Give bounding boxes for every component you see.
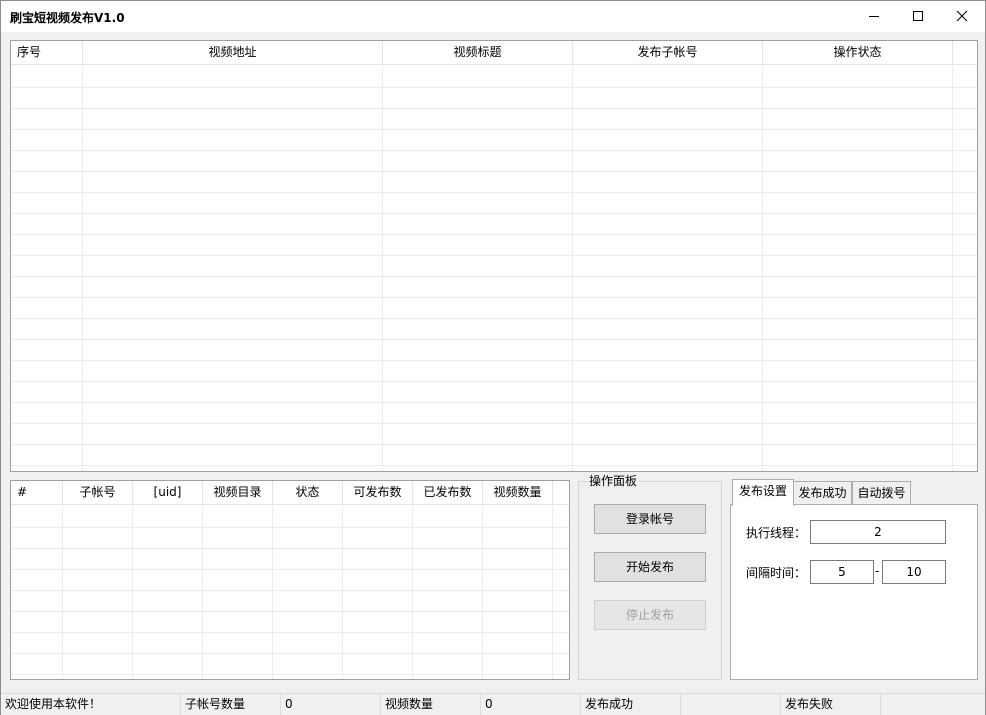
minimize-button[interactable] xyxy=(851,1,897,31)
window-title: 刷宝短视频发布V1.0 xyxy=(10,11,125,25)
status-success-label: 发布成功 xyxy=(581,694,681,715)
close-icon xyxy=(956,10,968,22)
grid-row-line xyxy=(11,423,977,424)
account-table-header: # 子帐号 [uid] 视频目录 状态 可发布数 已发布数 视频数量 xyxy=(11,481,569,505)
grid-row-line xyxy=(11,318,977,319)
operation-panel-label: 操作面板 xyxy=(587,474,640,488)
column-header-uid[interactable]: [uid] xyxy=(133,481,203,505)
column-header-status[interactable]: 操作状态 xyxy=(763,41,953,65)
status-account-count-label: 子帐号数量 xyxy=(181,694,281,715)
column-header-published[interactable]: 已发布数 xyxy=(413,481,483,505)
grid-row-line xyxy=(11,569,569,570)
status-video-count-label: 视频数量 xyxy=(381,694,481,715)
status-video-count-value: 0 xyxy=(481,694,581,715)
column-header-publishable[interactable]: 可发布数 xyxy=(343,481,413,505)
grid-row-line xyxy=(11,87,977,88)
grid-row-line xyxy=(11,632,569,633)
column-header-sub-account[interactable]: 子帐号 xyxy=(63,481,133,505)
grid-row-line xyxy=(11,360,977,361)
maximize-icon xyxy=(913,11,923,21)
column-header-video-dir[interactable]: 视频目录 xyxy=(203,481,273,505)
grid-row-line xyxy=(11,527,569,528)
grid-row-line xyxy=(11,611,569,612)
status-success-value xyxy=(681,694,781,715)
video-table-header: 序号 视频地址 视频标题 发布子帐号 操作状态 xyxy=(11,41,977,65)
title-bar: 刷宝短视频发布V1.0 xyxy=(1,1,985,32)
tab-publish-settings[interactable]: 发布设置 xyxy=(732,479,794,506)
interval-separator: - xyxy=(875,564,880,578)
maximize-button[interactable] xyxy=(895,1,941,31)
grid-row-line xyxy=(11,297,977,298)
status-account-count-value: 0 xyxy=(281,694,381,715)
threads-input[interactable]: 2 xyxy=(810,520,946,544)
column-header-number[interactable]: # xyxy=(11,481,63,505)
status-welcome: 欢迎使用本软件！ xyxy=(1,694,181,715)
grid-row-line xyxy=(11,402,977,403)
grid-row-line xyxy=(11,674,569,675)
threads-label: 执行线程： xyxy=(746,526,807,540)
column-header-video-count[interactable]: 视频数量 xyxy=(483,481,553,505)
close-button[interactable] xyxy=(939,1,985,31)
status-bar: 欢迎使用本软件！ 子帐号数量 0 视频数量 0 发布成功 发布失败 xyxy=(1,693,985,715)
interval-min-input[interactable]: 5 xyxy=(810,560,874,584)
grid-row-line xyxy=(11,213,977,214)
grid-row-line xyxy=(11,171,977,172)
interval-max-input[interactable]: 10 xyxy=(882,560,946,584)
column-header-account-status[interactable]: 状态 xyxy=(273,481,343,505)
column-header-filler xyxy=(953,41,977,65)
column-header-video-url[interactable]: 视频地址 xyxy=(83,41,383,65)
grid-column-line xyxy=(762,66,763,471)
grid-row-line xyxy=(11,548,569,549)
minimize-icon xyxy=(869,16,879,17)
grid-row-line xyxy=(11,381,977,382)
grid-column-line xyxy=(82,66,83,471)
column-header-index[interactable]: 序号 xyxy=(11,41,83,65)
grid-row-line xyxy=(11,653,569,654)
stop-publish-button[interactable]: 停止发布 xyxy=(594,600,706,630)
account-table[interactable]: # 子帐号 [uid] 视频目录 状态 可发布数 已发布数 视频数量 xyxy=(10,480,570,680)
column-header-filler xyxy=(553,481,569,505)
status-fail-value xyxy=(881,694,985,715)
interval-label: 间隔时间： xyxy=(746,566,807,580)
grid-column-line xyxy=(572,66,573,471)
video-table[interactable]: 序号 视频地址 视频标题 发布子帐号 操作状态 xyxy=(10,40,978,472)
grid-row-line xyxy=(11,234,977,235)
account-table-body xyxy=(11,506,569,679)
grid-row-line xyxy=(11,255,977,256)
column-header-video-title[interactable]: 视频标题 xyxy=(383,41,573,65)
grid-row-line xyxy=(11,192,977,193)
start-publish-button[interactable]: 开始发布 xyxy=(594,552,706,582)
grid-row-line xyxy=(11,339,977,340)
grid-row-line xyxy=(11,465,977,466)
grid-row-line xyxy=(11,150,977,151)
main-window: 刷宝短视频发布V1.0 序号 视频地址 视频标题 发布子帐号 操作状态 # 子帐… xyxy=(0,0,986,715)
grid-row-line xyxy=(11,108,977,109)
grid-row-line xyxy=(11,129,977,130)
grid-row-line xyxy=(11,590,569,591)
grid-column-line xyxy=(382,66,383,471)
grid-row-line xyxy=(11,444,977,445)
grid-column-line xyxy=(952,66,953,471)
tab-auto-dial[interactable]: 自动拨号 xyxy=(852,481,911,505)
column-header-sub-account[interactable]: 发布子帐号 xyxy=(573,41,763,65)
grid-row-line xyxy=(11,276,977,277)
video-table-body xyxy=(11,66,977,471)
status-fail-label: 发布失败 xyxy=(781,694,881,715)
login-account-button[interactable]: 登录帐号 xyxy=(594,504,706,534)
tab-publish-success[interactable]: 发布成功 xyxy=(793,481,852,505)
